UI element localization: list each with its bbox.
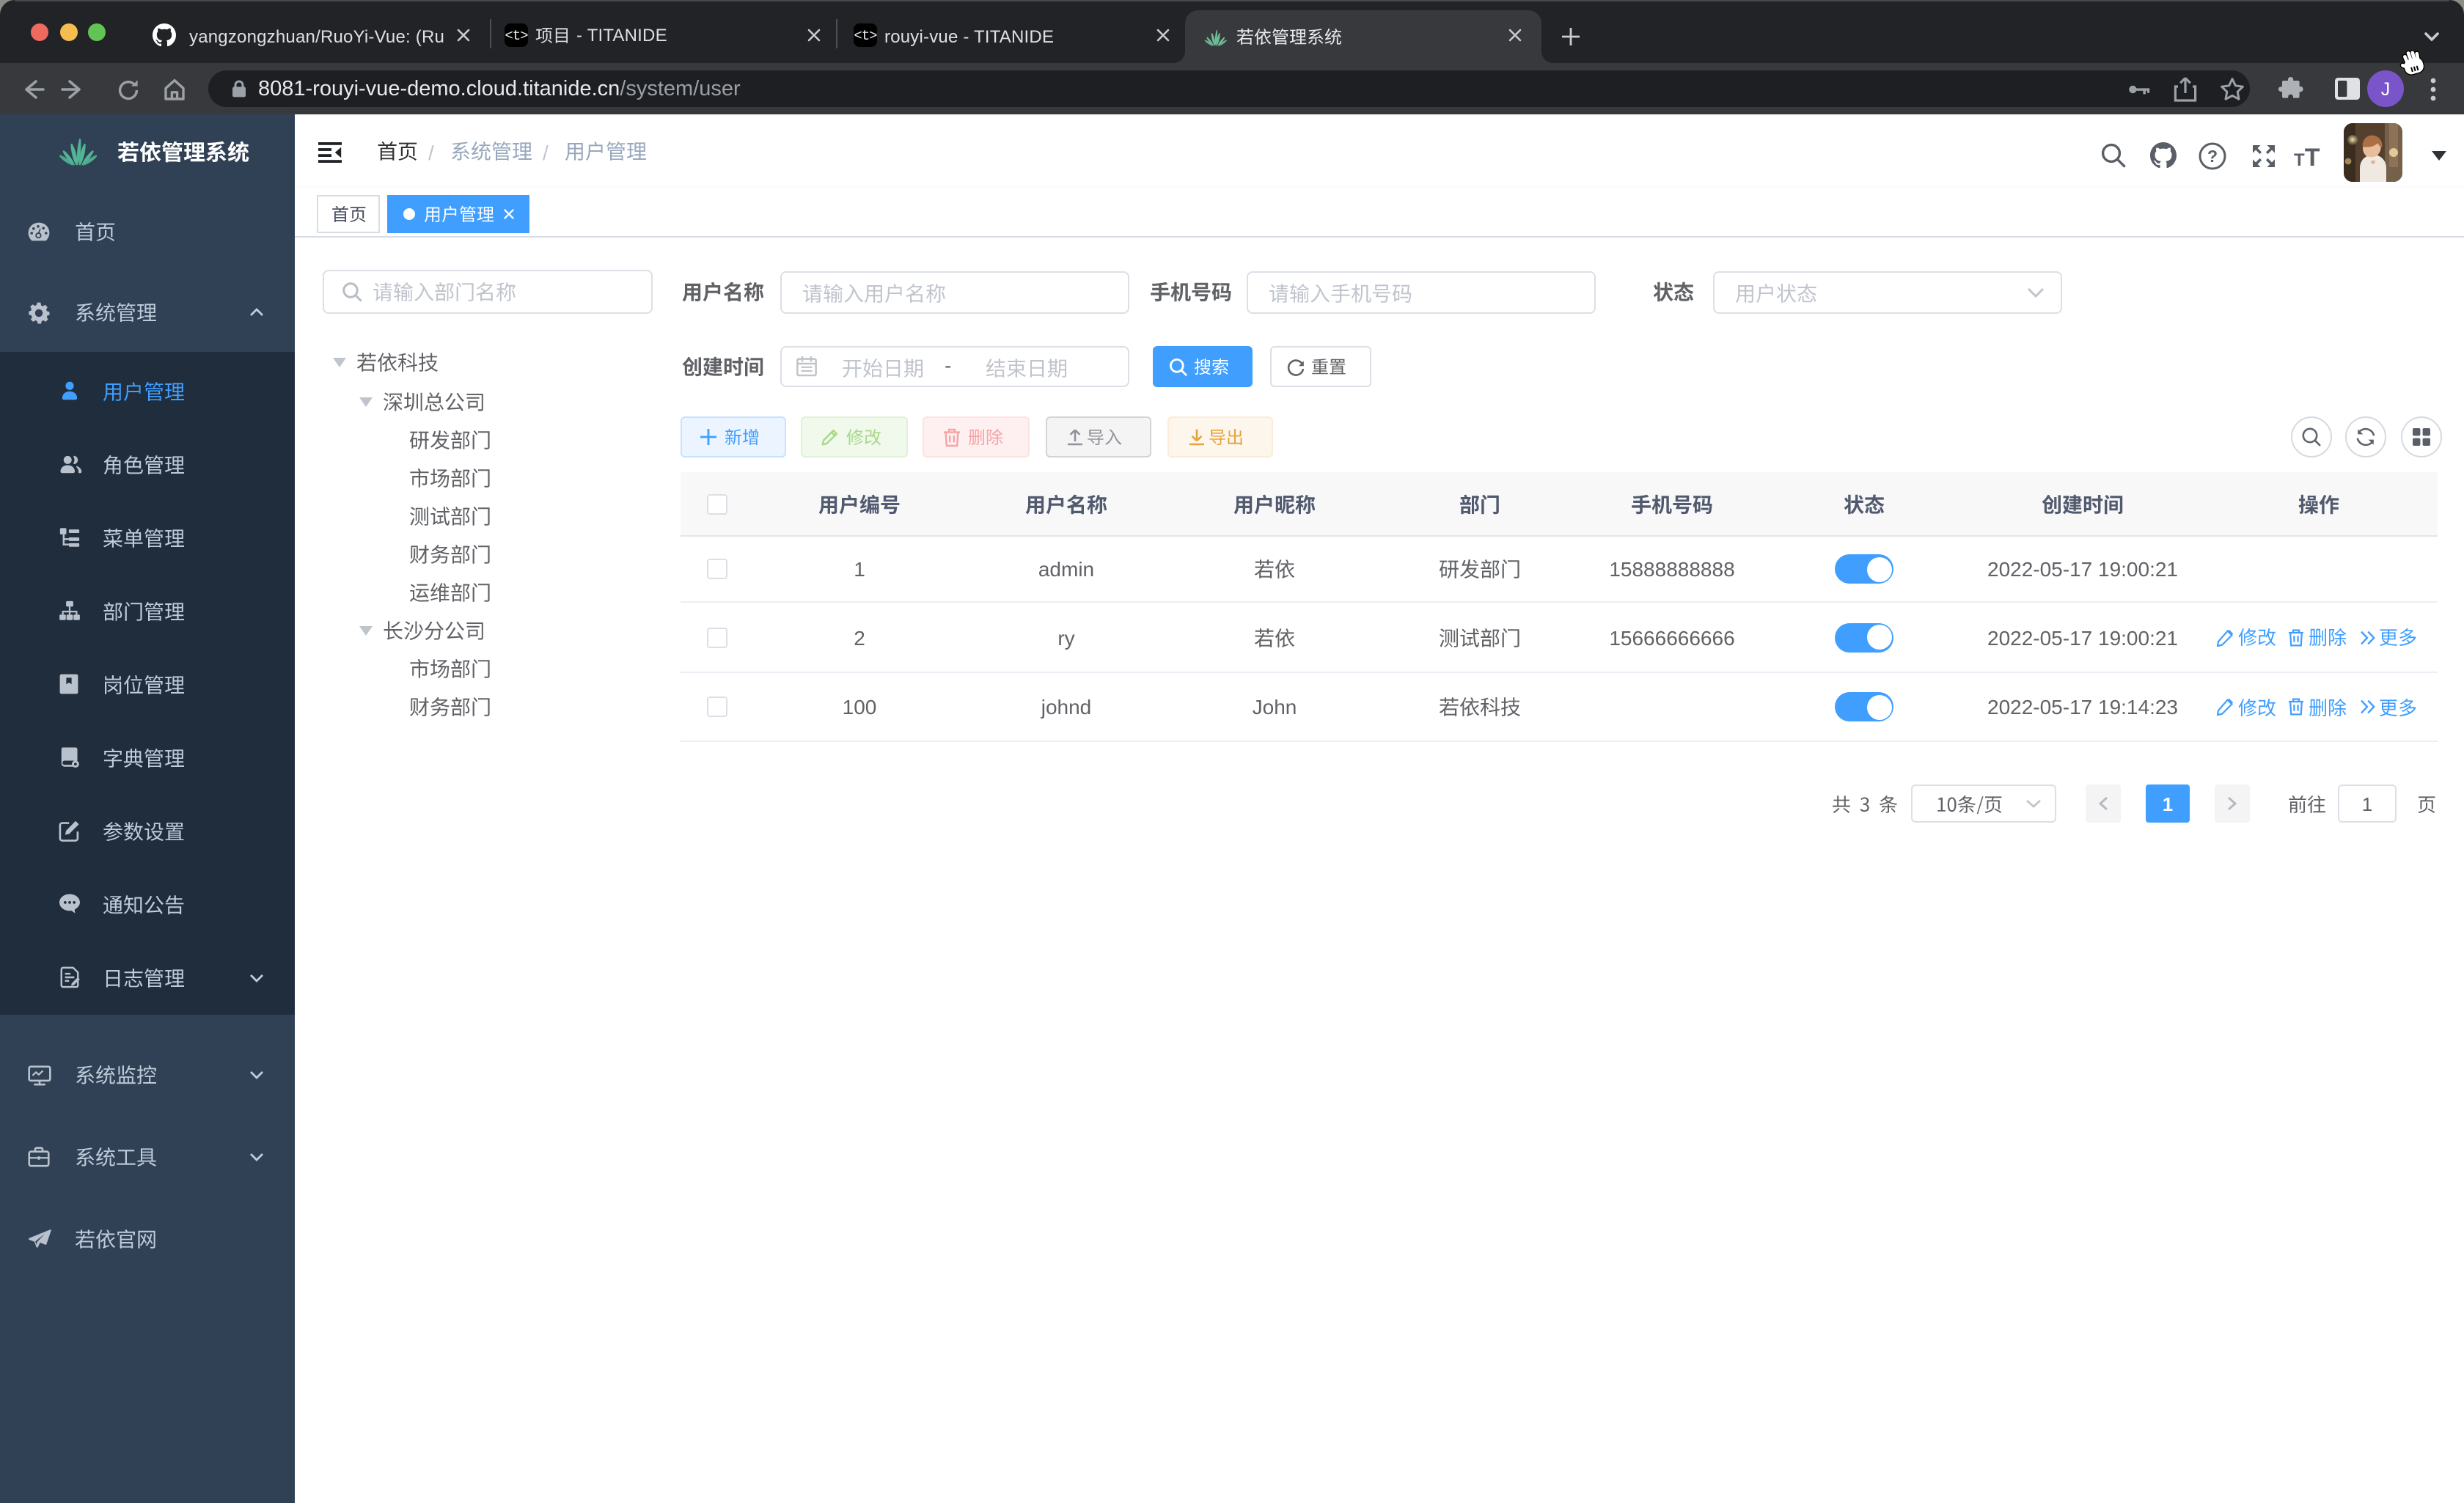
svg-text:?: ? [2207,146,2218,165]
